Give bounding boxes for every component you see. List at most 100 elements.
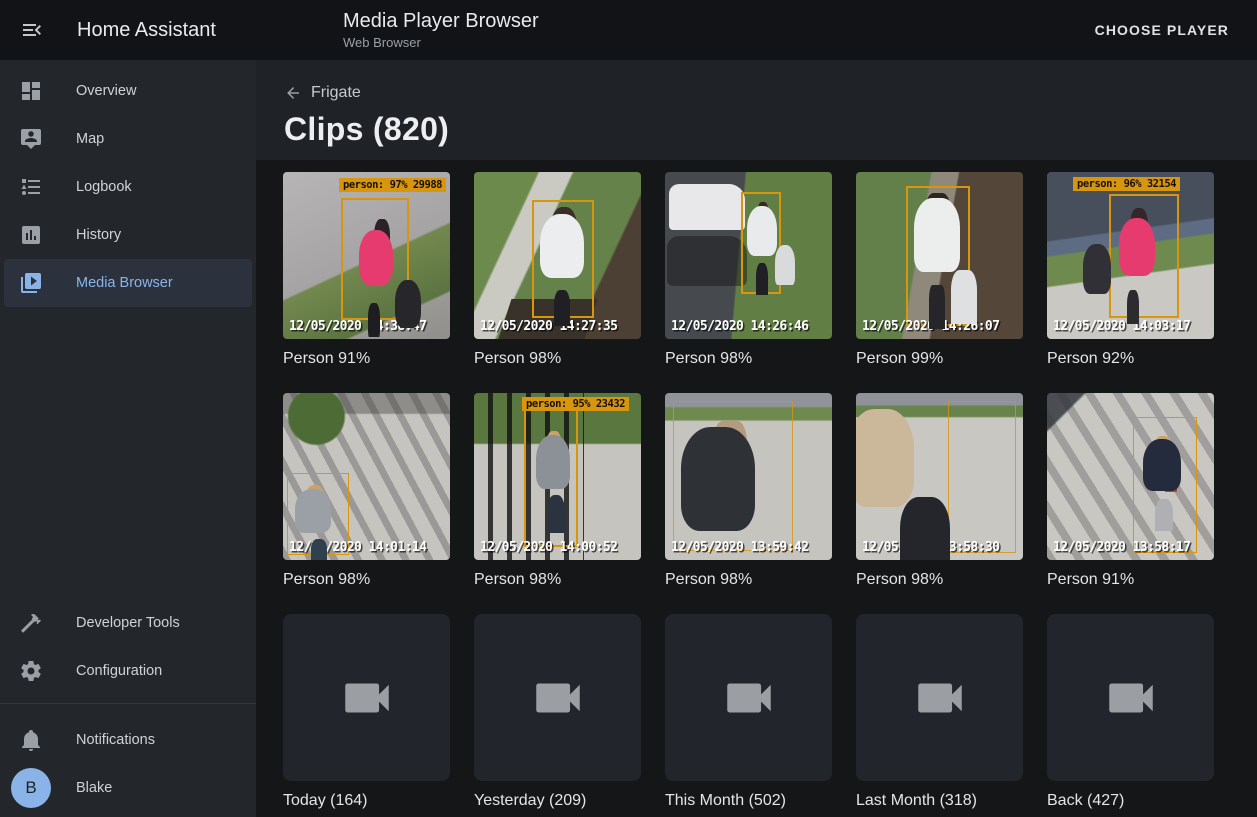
- top-app-bar: Home Assistant Media Player Browser Web …: [0, 0, 1257, 60]
- clip-thumbnail: 12/05/2020 14:26:07: [856, 172, 1023, 339]
- sidebar-item-developer-tools[interactable]: Developer Tools: [4, 599, 252, 647]
- video-camera-icon: [720, 669, 778, 727]
- clip-label: Person 98%: [474, 569, 641, 590]
- sidebar-item-user-profile[interactable]: B Blake: [4, 764, 252, 812]
- clips-grid-area: person: 97% 29988 12/05/2020 14:38:47 Pe…: [256, 160, 1257, 817]
- folder-card-this-month[interactable]: This Month (502): [665, 614, 832, 811]
- clip-thumbnail: person: 95% 23432 12/05/2020 14:00:52: [474, 393, 641, 560]
- bell-icon: [19, 728, 43, 752]
- folder-thumbnail: [856, 614, 1023, 781]
- detection-bounding-box: [741, 192, 781, 294]
- video-camera-icon: [911, 669, 969, 727]
- video-camera-icon: [338, 669, 396, 727]
- clip-card[interactable]: 12/05/2020 14:01:14 Person 98%: [283, 393, 450, 590]
- page-subtitle: Web Browser: [343, 35, 539, 51]
- detection-bounding-box: [673, 401, 793, 551]
- clip-card[interactable]: person: 97% 29988 12/05/2020 14:38:47 Pe…: [283, 172, 450, 369]
- clip-card[interactable]: 12/05/2020 13:58:17 Person 91%: [1047, 393, 1214, 590]
- video-camera-icon: [1102, 669, 1160, 727]
- detection-bounding-box: [1109, 194, 1179, 318]
- folder-label: Back (427): [1047, 790, 1214, 811]
- folder-card-last-month[interactable]: Last Month (318): [856, 614, 1023, 811]
- sidebar-item-label: History: [76, 227, 121, 243]
- clip-timestamp-overlay: 12/05/2020 13:58:30: [862, 540, 999, 555]
- clip-label: Person 99%: [856, 348, 1023, 369]
- folder-card-back[interactable]: Back (427): [1047, 614, 1214, 811]
- clip-timestamp-overlay: 12/05/2020 14:27:35: [480, 319, 617, 334]
- detection-bounding-box: [948, 401, 1016, 553]
- sidebar-item-logbook[interactable]: Logbook: [4, 163, 252, 211]
- clip-card[interactable]: 12/05/2020 13:59:42 Person 98%: [665, 393, 832, 590]
- clip-label: Person 91%: [1047, 569, 1214, 590]
- choose-player-button[interactable]: CHOOSE PLAYER: [1087, 14, 1237, 46]
- main-content: Frigate Clips (820) person: 97% 29988 12…: [256, 60, 1257, 817]
- clip-card[interactable]: person: 96% 32154 12/05/2020 14:03:17 Pe…: [1047, 172, 1214, 369]
- sidebar-item-configuration[interactable]: Configuration: [4, 647, 252, 695]
- page-title: Media Player Browser: [343, 9, 539, 33]
- sidebar-header: Home Assistant: [0, 18, 256, 42]
- folder-card-yesterday[interactable]: Yesterday (209): [474, 614, 641, 811]
- clip-timestamp-overlay: 12/05/2020 14:03:17: [1053, 319, 1190, 334]
- clip-thumbnail: 12/05/2020 14:26:46: [665, 172, 832, 339]
- folder-label: Last Month (318): [856, 790, 1023, 811]
- clip-timestamp-overlay: 12/05/2020 14:00:52: [480, 540, 617, 555]
- clip-label: Person 92%: [1047, 348, 1214, 369]
- clip-card[interactable]: 12/05/2020 14:26:46 Person 98%: [665, 172, 832, 369]
- clip-thumbnail: person: 96% 32154 12/05/2020 14:03:17: [1047, 172, 1214, 339]
- clip-timestamp-overlay: 12/05/2020 13:59:42: [671, 540, 808, 555]
- content-header: Frigate Clips (820): [256, 60, 1257, 160]
- sidebar-item-label: Map: [76, 131, 104, 147]
- clip-thumbnail: 12/05/2020 13:59:42: [665, 393, 832, 560]
- chart-box-icon: [19, 223, 43, 247]
- menu-open-icon[interactable]: [20, 18, 44, 42]
- detection-bounding-box: [524, 409, 578, 547]
- avatar: B: [11, 768, 51, 808]
- sidebar-item-label: Logbook: [76, 179, 132, 195]
- app-window: Home Assistant Media Player Browser Web …: [0, 0, 1257, 817]
- sidebar-spacer: [0, 307, 256, 599]
- sidebar-item-notifications[interactable]: Notifications: [4, 716, 252, 764]
- clip-timestamp-overlay: 12/05/2020 14:26:46: [671, 319, 808, 334]
- detection-label: person: 97% 29988: [339, 178, 446, 192]
- play-box-multiple-icon: [19, 271, 43, 295]
- sidebar-item-label: Media Browser: [76, 275, 173, 291]
- breadcrumb-back-frigate[interactable]: Frigate: [284, 84, 361, 102]
- folder-label: This Month (502): [665, 790, 832, 811]
- clip-card[interactable]: 12/05/2020 13:58:30 Person 98%: [856, 393, 1023, 590]
- gear-icon: [19, 659, 43, 683]
- tooltip-account-icon: [19, 127, 43, 151]
- detection-bounding-box: [906, 186, 970, 326]
- sidebar-item-map[interactable]: Map: [4, 115, 252, 163]
- sidebar-item-overview[interactable]: Overview: [4, 67, 252, 115]
- sidebar: Overview Map Logbook History: [0, 60, 256, 817]
- clip-thumbnail: 12/05/2020 14:01:14: [283, 393, 450, 560]
- detection-bounding-box: [341, 198, 409, 320]
- clip-card[interactable]: 12/05/2020 14:27:35 Person 98%: [474, 172, 641, 369]
- clip-label: Person 91%: [283, 348, 450, 369]
- folder-card-today[interactable]: Today (164): [283, 614, 450, 811]
- breadcrumb-label: Frigate: [311, 84, 361, 102]
- sidebar-item-label: Developer Tools: [76, 615, 180, 631]
- clip-timestamp-overlay: 12/05/2020 13:58:17: [1053, 540, 1190, 555]
- folder-thumbnail: [665, 614, 832, 781]
- sidebar-item-history[interactable]: History: [4, 211, 252, 259]
- sidebar-item-label: Overview: [76, 83, 136, 99]
- clip-thumbnail: 12/05/2020 13:58:17: [1047, 393, 1214, 560]
- sidebar-item-media-browser[interactable]: Media Browser: [4, 259, 252, 307]
- sidebar-bottom-section: Notifications B Blake: [0, 703, 256, 817]
- clip-card[interactable]: 12/05/2020 14:26:07 Person 99%: [856, 172, 1023, 369]
- page-heading: Clips (820): [284, 111, 1229, 148]
- detection-label: person: 96% 32154: [1073, 177, 1180, 191]
- user-name: Blake: [76, 780, 112, 796]
- format-list-bulleted-icon: [19, 175, 43, 199]
- folder-label: Yesterday (209): [474, 790, 641, 811]
- clip-timestamp-overlay: 12/05/2020 14:26:07: [862, 319, 999, 334]
- clip-thumbnail: 12/05/2020 13:58:30: [856, 393, 1023, 560]
- clip-thumbnail: 12/05/2020 14:27:35: [474, 172, 641, 339]
- clip-label: Person 98%: [856, 569, 1023, 590]
- clip-label: Person 98%: [665, 348, 832, 369]
- folder-label: Today (164): [283, 790, 450, 811]
- hammer-icon: [19, 611, 43, 635]
- page-title-block: Media Player Browser Web Browser: [343, 9, 539, 51]
- clip-card[interactable]: person: 95% 23432 12/05/2020 14:00:52 Pe…: [474, 393, 641, 590]
